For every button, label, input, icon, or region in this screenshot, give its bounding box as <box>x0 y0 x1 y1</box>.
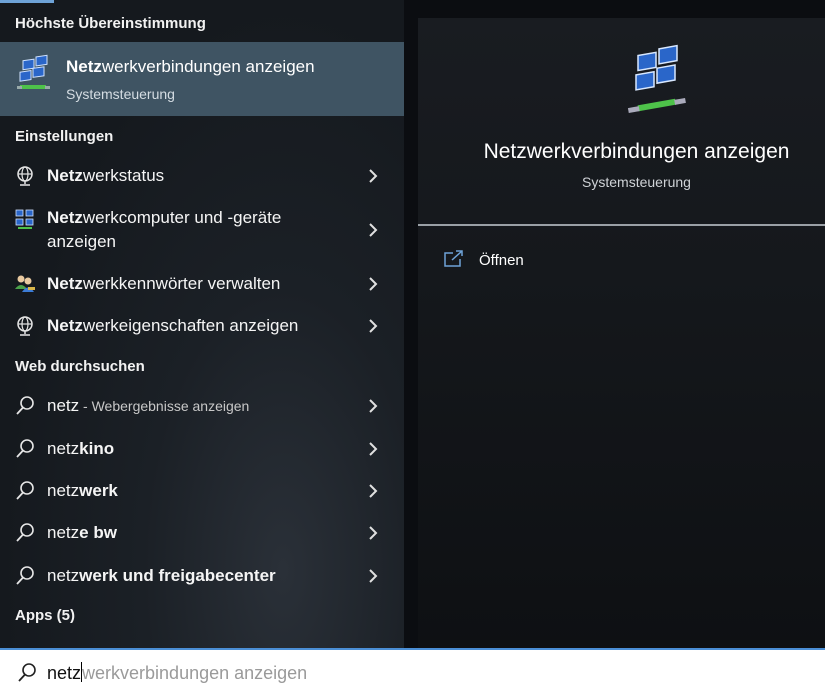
section-web-search: Web durchsuchen <box>15 358 145 375</box>
settings-item-label: Netzwerkeigenschaften anzeigen <box>47 316 299 335</box>
chevron-right-icon <box>369 399 378 413</box>
search-icon <box>16 566 34 585</box>
chevron-right-icon <box>369 169 378 183</box>
search-icon <box>16 396 34 415</box>
section-apps[interactable]: Apps (5) <box>15 607 75 624</box>
network-connections-icon <box>17 54 50 89</box>
search-icon <box>16 523 34 542</box>
section-settings: Einstellungen <box>15 128 114 145</box>
settings-item-netzwerkstatus[interactable]: Netzwerkstatus <box>0 164 404 188</box>
chevron-right-icon <box>369 569 378 583</box>
best-match-item[interactable]: Netzwerkverbindungen anzeigen Systemsteu… <box>0 42 404 116</box>
divider <box>418 224 825 226</box>
chevron-right-icon <box>369 319 378 333</box>
open-label: Öffnen <box>479 252 524 269</box>
results-pane: Höchste Übereinstimmung Netzwerkverbindu… <box>0 0 404 648</box>
search-input[interactable]: netzwerkverbindungen anzeigen <box>47 662 307 684</box>
active-tab-indicator <box>0 0 54 3</box>
web-item-label: netzkino <box>47 439 115 458</box>
network-computers-icon <box>15 209 34 229</box>
web-item[interactable]: netzwerk <box>0 479 404 503</box>
autocomplete-suggestion: werkverbindungen anzeigen <box>82 663 308 683</box>
settings-item-netzwerkkennwoerter[interactable]: Netzwerkkennwörter verwalten <box>0 272 404 296</box>
settings-item-label: Netzwerkstatus <box>47 166 165 185</box>
settings-item-label: Netzwerkkennwörter verwalten <box>47 274 281 293</box>
web-item[interactable]: netzwerk und freigabecenter <box>0 564 404 588</box>
search-bar[interactable]: netzwerkverbindungen anzeigen <box>0 648 825 696</box>
web-item-label: netze bw <box>47 523 117 542</box>
search-icon <box>16 481 34 500</box>
web-item[interactable]: netz - Webergebnisse anzeigen <box>0 394 404 418</box>
web-item-label: netzwerk und freigabecenter <box>47 566 276 585</box>
settings-item-netzwerkeigenschaften[interactable]: Netzwerkeigenschaften anzeigen <box>0 314 404 338</box>
settings-item-netzwerkcomputer[interactable]: Netzwerkcomputer und -geräte anzeigen <box>0 206 404 256</box>
web-item-label: netz - Webergebnisse anzeigen <box>47 396 250 415</box>
best-match-subtitle: Systemsteuerung <box>66 86 175 102</box>
chevron-right-icon <box>369 223 378 237</box>
open-external-icon <box>444 250 463 267</box>
chevron-right-icon <box>369 277 378 291</box>
section-best-match: Höchste Übereinstimmung <box>15 15 206 32</box>
search-icon <box>18 663 36 682</box>
network-connections-icon <box>627 44 686 114</box>
web-item[interactable]: netzkino <box>0 437 404 461</box>
preview-pane: Netzwerkverbindungen anzeigen Systemsteu… <box>418 18 825 648</box>
globe-network-icon <box>17 316 33 336</box>
globe-network-icon <box>17 166 33 186</box>
chevron-right-icon <box>369 526 378 540</box>
web-item[interactable]: netze bw <box>0 521 404 545</box>
web-item-label: netzwerk <box>47 481 118 500</box>
chevron-right-icon <box>369 484 378 498</box>
best-match-title: Netzwerkverbindungen anzeigen <box>66 57 315 76</box>
preview-subtitle: Systemsteuerung <box>582 174 691 190</box>
settings-item-label: Netzwerkcomputer und -geräte anzeigen <box>47 208 282 251</box>
search-icon <box>16 439 34 458</box>
preview-title: Netzwerkverbindungen anzeigen <box>483 140 790 163</box>
chevron-right-icon <box>369 442 378 456</box>
users-key-icon <box>15 275 35 292</box>
